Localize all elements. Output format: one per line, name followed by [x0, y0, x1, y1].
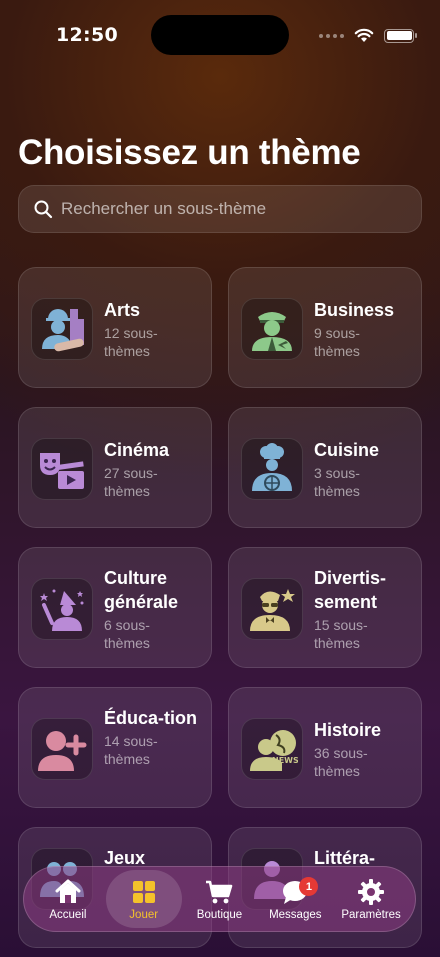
theme-card-education[interactable]: Éduca-tion 14 sous-thèmes: [18, 687, 212, 808]
theme-count: 9 sous-thèmes: [314, 325, 360, 359]
celebrity-icon: [250, 589, 295, 631]
theme-count: 14 sous-thèmes: [104, 733, 158, 767]
theme-icon-box: [31, 578, 93, 640]
news-globe-icon: NEWS: [250, 730, 298, 771]
party-person-icon: [40, 589, 84, 631]
notification-badge: 1: [299, 877, 319, 896]
theme-name: Éduca-tion: [104, 708, 197, 728]
theater-masks-icon: [40, 453, 84, 489]
tab-label: Messages: [269, 908, 322, 921]
theme-grid: Arts 12 sous-thèmes Business 9 sous-thèm…: [18, 267, 422, 948]
grid-icon: [132, 880, 155, 903]
theme-text: Éduca-tion 14 sous-thèmes: [104, 706, 204, 768]
theme-name: Cinéma: [104, 440, 170, 460]
theme-card-histoire[interactable]: NEWS Histoire 36 sous-thèmes: [228, 687, 422, 808]
theme-card-culture-generale[interactable]: Culture générale 6 sous-thèmes: [18, 547, 212, 668]
tab-bar: Accueil Jouer Boutique 1 Messages Paramè…: [23, 866, 416, 932]
theme-card-business[interactable]: Business 9 sous-thèmes: [228, 267, 422, 388]
battery-icon: [384, 28, 417, 43]
page-title: Choisissez un thème: [18, 133, 361, 172]
theme-text: Cuisine 3 sous-thèmes: [314, 438, 414, 500]
theme-icon-box: [31, 298, 93, 360]
tab-label: Paramètres: [341, 908, 401, 921]
theme-name: Arts: [104, 300, 141, 320]
theme-icon-box: [241, 438, 303, 500]
theme-name: Histoire: [314, 720, 382, 740]
status-bar: 12:50: [0, 0, 440, 64]
search-bar[interactable]: [18, 185, 422, 233]
tab-parametres[interactable]: Paramètres: [333, 870, 409, 928]
dynamic-island: [151, 15, 289, 55]
svg-text:NEWS: NEWS: [272, 756, 298, 765]
theme-count: 27 sous-thèmes: [104, 465, 158, 499]
home-icon: [55, 879, 81, 903]
signal-icon: [319, 33, 344, 38]
theme-card-cinema[interactable]: Cinéma 27 sous-thèmes: [18, 407, 212, 528]
theme-text: Divertis-sement 15 sous-thèmes: [314, 566, 414, 652]
tab-label: Jouer: [129, 908, 159, 921]
wifi-icon: [354, 28, 374, 42]
add-person-icon: [38, 731, 87, 771]
theme-icon-box: [31, 718, 93, 780]
theme-icon-box: NEWS: [241, 718, 303, 780]
theme-count: 6 sous-thèmes: [104, 617, 150, 651]
theme-icon-box: [241, 578, 303, 640]
tab-boutique[interactable]: Boutique: [182, 870, 258, 928]
home-indicator: [147, 944, 293, 949]
search-input[interactable]: [61, 199, 401, 219]
chef-icon: [252, 443, 292, 491]
theme-card-divertissement[interactable]: Divertis-sement 15 sous-thèmes: [228, 547, 422, 668]
status-icons: [319, 28, 417, 43]
tab-label: Accueil: [49, 908, 87, 921]
status-time: 12:50: [56, 24, 118, 46]
gear-icon: [358, 878, 385, 905]
tab-jouer[interactable]: Jouer: [105, 870, 182, 928]
theme-count: 15 sous-thèmes: [314, 617, 368, 651]
tab-messages[interactable]: 1 Messages: [257, 870, 333, 928]
cart-icon: [206, 880, 233, 903]
theme-text: Business 9 sous-thèmes: [314, 298, 414, 360]
tab-label: Boutique: [196, 908, 243, 921]
architect-icon: [42, 309, 84, 352]
theme-name: Business: [314, 300, 395, 320]
theme-name: Culture générale: [104, 568, 179, 612]
theme-icon-box: [241, 298, 303, 360]
search-icon: [34, 200, 53, 219]
theme-text: Arts 12 sous-thèmes: [104, 298, 204, 360]
theme-count: 12 sous-thèmes: [104, 325, 158, 359]
pilot-icon: [252, 312, 292, 351]
theme-name: Cuisine: [314, 440, 380, 460]
theme-icon-box: [31, 438, 93, 500]
theme-card-arts[interactable]: Arts 12 sous-thèmes: [18, 267, 212, 388]
theme-card-cuisine[interactable]: Cuisine 3 sous-thèmes: [228, 407, 422, 528]
theme-text: Histoire 36 sous-thèmes: [314, 718, 414, 780]
theme-text: Cinéma 27 sous-thèmes: [104, 438, 204, 500]
theme-count: 3 sous-thèmes: [314, 465, 360, 499]
theme-text: Culture générale 6 sous-thèmes: [104, 566, 204, 652]
tab-accueil[interactable]: Accueil: [30, 870, 106, 928]
theme-count: 36 sous-thèmes: [314, 745, 368, 779]
theme-name: Divertis-sement: [314, 568, 387, 612]
